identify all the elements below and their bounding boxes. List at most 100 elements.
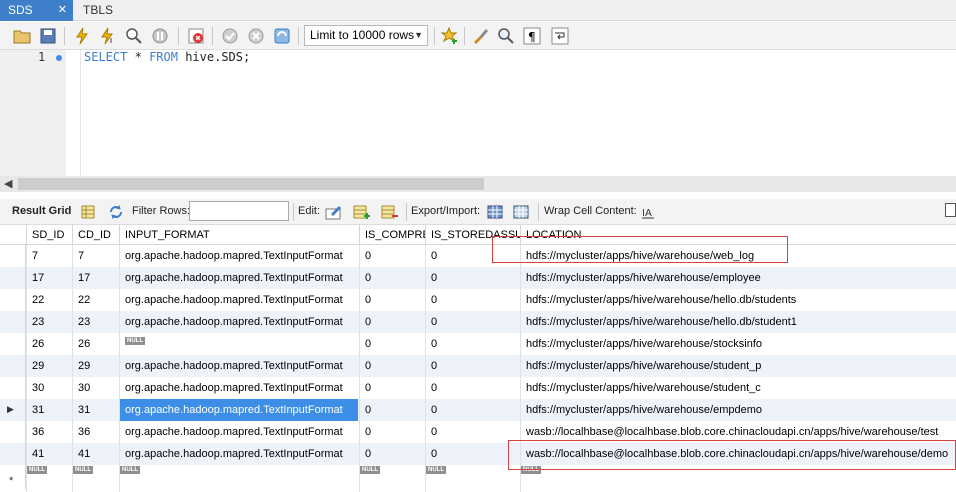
row-header[interactable] <box>0 311 26 333</box>
row-header[interactable]: * <box>0 465 26 489</box>
execute-lightning-icon[interactable] <box>72 26 92 46</box>
rollback-x-icon[interactable] <box>246 26 266 46</box>
sql-code-line[interactable]: SELECT * FROM hive.SDS; <box>84 50 250 64</box>
cell-location[interactable]: hdfs://mycluster/apps/hive/warehouse/emp… <box>521 399 956 421</box>
execute-current-icon[interactable]: I <box>98 26 118 46</box>
row-header[interactable] <box>0 377 26 399</box>
cell-cd-id[interactable]: 29 <box>73 355 120 377</box>
table-row[interactable]: 17 17 org.apache.hadoop.mapred.TextInputFo… <box>0 267 956 289</box>
row-header[interactable] <box>0 333 26 355</box>
row-header[interactable] <box>0 267 26 289</box>
table-row[interactable]: 26 26 NULL 0 0 hdfs://mycluster/apps/hive/war… <box>0 333 956 355</box>
cell-is-compressed[interactable]: 0 <box>360 443 426 465</box>
open-folder-icon[interactable] <box>12 26 32 46</box>
cell-input-format[interactable]: org.apache.hadoop.mapred.TextInputFormat <box>120 267 360 289</box>
cell-cd-id[interactable]: 22 <box>73 289 120 311</box>
stop-icon[interactable] <box>150 26 170 46</box>
table-row[interactable]: ▶ 31 31 org.apache.hadoop.mapred.TextInputF… <box>0 399 956 421</box>
cell-location[interactable]: hdfs://mycluster/apps/hive/warehouse/hel… <box>521 289 956 311</box>
cell-input-format[interactable]: org.apache.hadoop.mapred.TextInputFormat <box>120 355 360 377</box>
scrollbar-thumb[interactable] <box>18 178 484 190</box>
cell-sd-id[interactable]: 23 <box>27 311 73 333</box>
tab-tbls[interactable]: TBLS <box>73 0 123 21</box>
cell-is-storedassub[interactable]: 0 <box>426 421 521 443</box>
cell-sd-id[interactable]: 17 <box>27 267 73 289</box>
row-header[interactable] <box>0 355 26 377</box>
column-header-is-compressed[interactable]: IS_COMPRE <box>360 225 426 245</box>
cell-location[interactable]: hdfs://mycluster/apps/hive/warehouse/emp… <box>521 267 956 289</box>
cell-cd-id[interactable]: 30 <box>73 377 120 399</box>
row-header[interactable] <box>0 421 26 443</box>
cell-is-compressed[interactable]: 0 <box>360 311 426 333</box>
cell-input-format[interactable]: org.apache.hadoop.mapred.TextInputFormat <box>120 377 360 399</box>
import-icon[interactable] <box>512 202 532 222</box>
cell-sd-id[interactable]: 29 <box>27 355 73 377</box>
cell-input-format[interactable]: org.apache.hadoop.mapred.TextInputFormat <box>120 421 360 443</box>
cell-is-compressed[interactable]: 0 <box>360 421 426 443</box>
row-header[interactable] <box>0 443 26 465</box>
find-magnifier-icon[interactable] <box>496 26 516 46</box>
cell-sd-id[interactable]: 26 <box>27 333 73 355</box>
table-row[interactable]: 30 30 org.apache.hadoop.mapred.TextInputFo… <box>0 377 956 399</box>
cell-cd-id[interactable]: 41 <box>73 443 120 465</box>
cell-is-compressed[interactable]: 0 <box>360 333 426 355</box>
row-header[interactable] <box>0 289 26 311</box>
table-row[interactable]: 7 7 org.apache.hadoop.mapred.TextInputForm… <box>0 245 956 267</box>
row-header[interactable]: ▶ <box>0 399 26 421</box>
cell-is-storedassub[interactable]: 0 <box>426 377 521 399</box>
cell-input-format[interactable]: org.apache.hadoop.mapred.TextInputFormat <box>120 245 360 267</box>
cell-is-compressed[interactable]: 0 <box>360 267 426 289</box>
insert-row-icon[interactable] <box>352 202 372 222</box>
cell-is-compressed[interactable]: 0 <box>360 245 426 267</box>
cell-is-storedassub[interactable]: 0 <box>426 311 521 333</box>
save-icon[interactable] <box>38 26 58 46</box>
autocommit-toggle-icon[interactable] <box>272 26 292 46</box>
table-row[interactable]: 23 23 org.apache.hadoop.mapred.TextInputFo… <box>0 311 956 333</box>
close-icon[interactable]: ✕ <box>58 0 67 20</box>
cell-is-storedassub[interactable]: 0 <box>426 355 521 377</box>
cell-input-format[interactable]: NULL <box>120 333 360 355</box>
cell-location[interactable]: hdfs://mycluster/apps/hive/warehouse/stu… <box>521 377 956 399</box>
editor-horizontal-scrollbar[interactable]: ◀ <box>0 176 956 192</box>
explain-magnifier-icon[interactable] <box>124 26 144 46</box>
cell-sd-id[interactable]: 22 <box>27 289 73 311</box>
filter-rows-input[interactable] <box>189 201 289 221</box>
grid-view-icon[interactable] <box>78 202 98 222</box>
refresh-icon[interactable] <box>106 202 126 222</box>
cell-input-format[interactable]: org.apache.hadoop.mapred.TextInputFormat <box>120 311 360 333</box>
stop-on-error-icon[interactable] <box>186 26 206 46</box>
cell-is-compressed[interactable]: 0 <box>360 399 426 421</box>
cell-location[interactable]: hdfs://mycluster/apps/hive/warehouse/stu… <box>521 355 956 377</box>
wrap-lines-icon[interactable] <box>550 26 570 46</box>
beautify-brush-icon[interactable] <box>470 26 490 46</box>
cell-is-compressed[interactable]: 0 <box>360 355 426 377</box>
cell-is-storedassub[interactable]: 0 <box>426 289 521 311</box>
cell-is-storedassub[interactable]: 0 <box>426 399 521 421</box>
cell-cd-id[interactable]: 7 <box>73 245 120 267</box>
sql-editor[interactable]: 1 SELECT * FROM hive.SDS; <box>0 50 956 176</box>
cell-is-compressed[interactable]: 0 <box>360 289 426 311</box>
cell-is-storedassub[interactable]: 0 <box>426 267 521 289</box>
cell-cd-id[interactable]: 26 <box>73 333 120 355</box>
cell-input-format[interactable]: org.apache.hadoop.mapred.TextInputFormat <box>120 443 360 465</box>
cell-cd-id[interactable]: 36 <box>73 421 120 443</box>
cell-sd-id[interactable]: 7 <box>27 245 73 267</box>
column-header-input-format[interactable]: INPUT_FORMAT <box>120 225 360 245</box>
cell-sd-id[interactable]: 30 <box>27 377 73 399</box>
cell-cd-id[interactable]: 17 <box>73 267 120 289</box>
delete-row-icon[interactable] <box>380 202 400 222</box>
cell-is-compressed[interactable]: 0 <box>360 377 426 399</box>
wrap-cell-icon[interactable]: IA <box>638 202 658 222</box>
cell-is-storedassub[interactable]: 0 <box>426 333 521 355</box>
cell-is-storedassub[interactable]: 0 <box>426 443 521 465</box>
cell-cd-id[interactable]: 31 <box>73 399 120 421</box>
table-row[interactable]: 22 22 org.apache.hadoop.mapred.TextInputFo… <box>0 289 956 311</box>
cell-location[interactable]: hdfs://mycluster/apps/hive/warehouse/hel… <box>521 311 956 333</box>
limit-rows-select[interactable]: Limit to 10000 rows ▼ <box>304 25 428 46</box>
cell-input-format[interactable]: org.apache.hadoop.mapred.TextInputFormat <box>120 289 360 311</box>
scroll-left-icon[interactable]: ◀ <box>4 177 12 190</box>
result-grid-label[interactable]: Result Grid <box>12 205 71 217</box>
table-row[interactable]: 29 29 org.apache.hadoop.mapred.TextInputFo… <box>0 355 956 377</box>
selected-cell[interactable]: org.apache.hadoop.mapred.TextInputFormat <box>120 399 358 421</box>
column-header-cd-id[interactable]: CD_ID <box>73 225 120 245</box>
